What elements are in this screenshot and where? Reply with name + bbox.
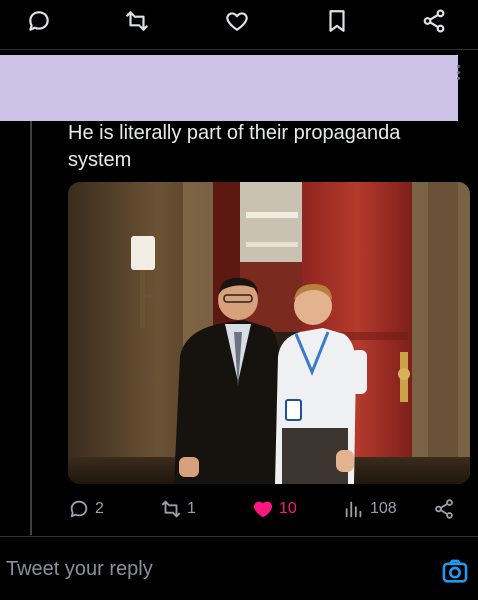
retweet-count: 1: [187, 500, 196, 517]
like-count: 10: [279, 500, 297, 517]
retweet-icon[interactable]: [120, 6, 154, 36]
redacted-author-block: [0, 55, 458, 121]
bookmark-icon[interactable]: [320, 6, 354, 36]
retweet-icon: [161, 500, 181, 518]
like-count-button[interactable]: 10: [252, 494, 297, 524]
reply-count: 2: [95, 500, 104, 517]
liked-heart-icon: [253, 501, 273, 518]
share-icon[interactable]: [417, 6, 451, 36]
views-count: 108: [370, 500, 397, 517]
tweet-text: He is literally part of their propaganda…: [68, 122, 401, 171]
share-button[interactable]: [433, 494, 455, 524]
camera-icon[interactable]: [441, 558, 469, 586]
share-icon: [435, 499, 453, 519]
reply-input[interactable]: Tweet your reply: [6, 558, 153, 581]
top-divider: [0, 49, 478, 50]
more-options-icon[interactable]: [456, 65, 462, 85]
tweet-action-row: 2 1 10 108: [0, 494, 478, 524]
views-button[interactable]: 108: [343, 494, 397, 524]
tweet-photo[interactable]: [68, 182, 470, 484]
reply-divider: [0, 536, 478, 537]
reply-icon: [70, 500, 88, 518]
reply-icon[interactable]: [22, 6, 56, 36]
tweet-photo-illustration: [68, 182, 470, 484]
thread-line: [30, 121, 32, 535]
reply-composer: Tweet your reply: [0, 546, 478, 600]
views-chart-icon: [345, 501, 362, 518]
reply-count-button[interactable]: 2: [68, 494, 104, 524]
top-action-bar: [0, 0, 478, 44]
retweet-count-button[interactable]: 1: [160, 494, 196, 524]
like-icon[interactable]: [220, 6, 254, 36]
